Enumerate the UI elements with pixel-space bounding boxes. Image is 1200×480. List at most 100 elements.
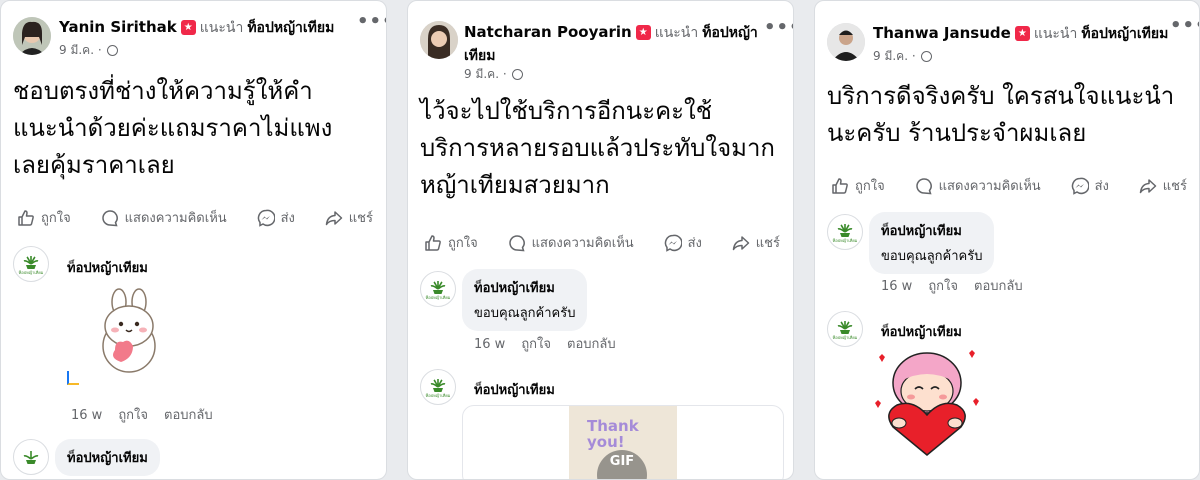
more-options-icon[interactable]: ••• (1170, 15, 1199, 36)
comment-button[interactable]: แสดงความคิดเห็น (508, 232, 634, 253)
grass-logo-icon (23, 255, 39, 269)
send-button[interactable]: ส่ง (257, 207, 295, 228)
messenger-icon (664, 234, 682, 252)
post-text: บริการดีจริงครับ ใครสนใจแนะนำนะครับ ร้าน… (827, 82, 1175, 147)
comment-button[interactable]: แสดงความคิดเห็น (915, 175, 1041, 196)
send-label: ส่ง (1094, 179, 1109, 194)
avatar-photo (420, 21, 458, 59)
share-icon (1139, 178, 1157, 193)
sticker-image (875, 350, 979, 456)
gif-attachment[interactable]: Thank you! GIF (462, 405, 784, 479)
page-avatar[interactable]: ท็อปหญ้าเทียม (827, 214, 863, 250)
more-options-icon[interactable]: ••• (357, 11, 386, 32)
like-button[interactable]: ถูกใจ (424, 232, 478, 253)
comment-label: แสดงความคิดเห็น (124, 211, 227, 226)
share-button[interactable]: แชร์ (325, 207, 373, 228)
post-text: ชอบตรงที่ช่างให้ความรู้ให้คำแนะนำด้วยค่ะ… (13, 77, 333, 179)
comment-icon (508, 234, 525, 251)
commenter-name[interactable]: ท็อปหญ้าเทียม (67, 447, 148, 468)
comment-time[interactable]: 16 w (71, 408, 102, 423)
comment-text: ขอบคุณลูกค้าครับ (474, 306, 576, 321)
comment-bubble: ท็อปหญ้าเทียม (55, 439, 160, 476)
commenter-name[interactable]: ท็อปหญ้าเทียม (474, 277, 575, 298)
author-name[interactable]: Thanwa Jansude (873, 24, 1011, 42)
recommend-label: แนะนำ (654, 25, 699, 41)
gif-text: Thank you! (587, 417, 639, 451)
page-avatar[interactable]: ท็อปหญ้าเทียม (827, 311, 863, 347)
page-link[interactable]: ท็อปหญ้าเทียม (247, 20, 334, 36)
comment-time[interactable]: 16 w (474, 337, 505, 352)
comment-reply-link[interactable]: ตอบกลับ (567, 337, 616, 352)
gif-badge[interactable]: GIF (597, 450, 647, 479)
author-avatar[interactable] (827, 23, 865, 61)
more-options-icon[interactable]: ••• (764, 17, 793, 38)
comment-like-link[interactable]: ถูกใจ (928, 279, 958, 294)
commenter-name[interactable]: ท็อปหญ้าเทียม (474, 379, 555, 400)
grass-logo-icon (837, 223, 853, 237)
post-card: Thanwa Jansude ★ แนะนำ ท็อปหญ้าเทียม 9 มี.ค… (814, 0, 1200, 480)
send-button[interactable]: ส่ง (1071, 175, 1109, 196)
comment-button[interactable]: แสดงความคิดเห็น (101, 207, 227, 228)
send-button[interactable]: ส่ง (664, 232, 702, 253)
globe-icon (921, 51, 933, 62)
comment-like-link[interactable]: ถูกใจ (118, 408, 148, 423)
recommend-label: แนะนำ (199, 20, 244, 36)
share-icon (732, 235, 750, 250)
send-label: ส่ง (687, 236, 702, 251)
comment-reply-link[interactable]: ตอบกลับ (164, 408, 213, 423)
post-date[interactable]: 9 มี.ค. (59, 43, 94, 57)
action-bar: ถูกใจ แสดงความคิดเห็น ส่ง แชร์ (424, 232, 780, 253)
avatar-photo (13, 17, 51, 55)
page-avatar[interactable]: ท็อปหญ้าเทียม (420, 369, 456, 405)
page-avatar[interactable] (13, 439, 49, 475)
share-button[interactable]: แชร์ (732, 232, 780, 253)
comment-like-link[interactable]: ถูกใจ (521, 337, 551, 352)
commenter-name[interactable]: ท็อปหญ้าเทียม (67, 257, 148, 278)
page-link[interactable]: ท็อปหญ้าเทียม (1081, 26, 1168, 42)
action-bar: ถูกใจ แสดงความคิดเห็น ส่ง แชร์ (831, 175, 1187, 196)
girl-hugging-heart-sticker (869, 343, 985, 463)
logo-caption: ท็อปหญ้าเทียม (425, 392, 451, 398)
author-avatar[interactable] (13, 17, 51, 55)
like-icon (425, 234, 441, 251)
post-date[interactable]: 9 มี.ค. (873, 49, 908, 63)
messenger-icon (1071, 177, 1089, 195)
recommend-label: แนะนำ (1033, 26, 1078, 42)
like-button[interactable]: ถูกใจ (17, 207, 71, 228)
author-name[interactable]: Natcharan Pooyarin (464, 23, 632, 41)
logo-caption: ท็อปหญ้าเทียม (18, 269, 44, 275)
comment-time[interactable]: 16 w (881, 279, 912, 294)
page-avatar[interactable]: ท็อปหญ้าเทียม (420, 271, 456, 307)
author-name[interactable]: Yanin Sirithak (59, 18, 177, 36)
action-bar: ถูกใจ แสดงความคิดเห็น ส่ง แชร์ (17, 207, 373, 228)
gif-thumbnail: Thank you! GIF (569, 406, 677, 479)
comment-icon (915, 177, 932, 194)
like-label: ถูกใจ (448, 236, 478, 251)
commenter-name[interactable]: ท็อปหญ้าเทียม (881, 220, 982, 241)
share-label: แชร์ (348, 211, 373, 226)
grass-logo-icon (430, 378, 446, 392)
like-label: ถูกใจ (41, 211, 71, 226)
like-button[interactable]: ถูกใจ (831, 175, 885, 196)
recommend-star-icon: ★ (635, 25, 651, 40)
post-date[interactable]: 9 มี.ค. (464, 67, 499, 81)
avatar-photo (827, 23, 865, 61)
logo-caption: ท็อปหญ้าเทียม (832, 237, 858, 243)
comment-meta: 16 w ถูกใจ ตอบกลับ (474, 333, 632, 354)
comment-bubble: ท็อปหญ้าเทียม ขอบคุณลูกค้าครับ (462, 269, 588, 331)
page-avatar[interactable]: ท็อปหญ้าเทียม (13, 246, 49, 282)
sticker-image (102, 288, 156, 373)
globe-icon (512, 69, 524, 80)
commenter-name[interactable]: ท็อปหญ้าเทียม (881, 321, 962, 342)
grass-logo-icon (430, 280, 446, 294)
author-avatar[interactable] (420, 21, 458, 59)
recommend-star-icon: ★ (1014, 26, 1030, 41)
post-card: Yanin Sirithak ★ แนะนำ ท็อปหญ้าเทียม 9 มี.ค… (0, 0, 387, 480)
post-text: ไว้จะไปใช้บริการอีกนะคะใช้บริการหลายรอบแ… (420, 97, 775, 199)
comment-icon (101, 209, 118, 226)
comment-reply-link[interactable]: ตอบกลับ (974, 279, 1023, 294)
logo-caption: ท็อปหญ้าเทียม (425, 294, 451, 300)
post-card: Natcharan Pooyarin ★ แนะนำท็อปหญ้าเทียม 9 … (407, 0, 794, 480)
like-label: ถูกใจ (855, 179, 885, 194)
share-button[interactable]: แชร์ (1139, 175, 1187, 196)
